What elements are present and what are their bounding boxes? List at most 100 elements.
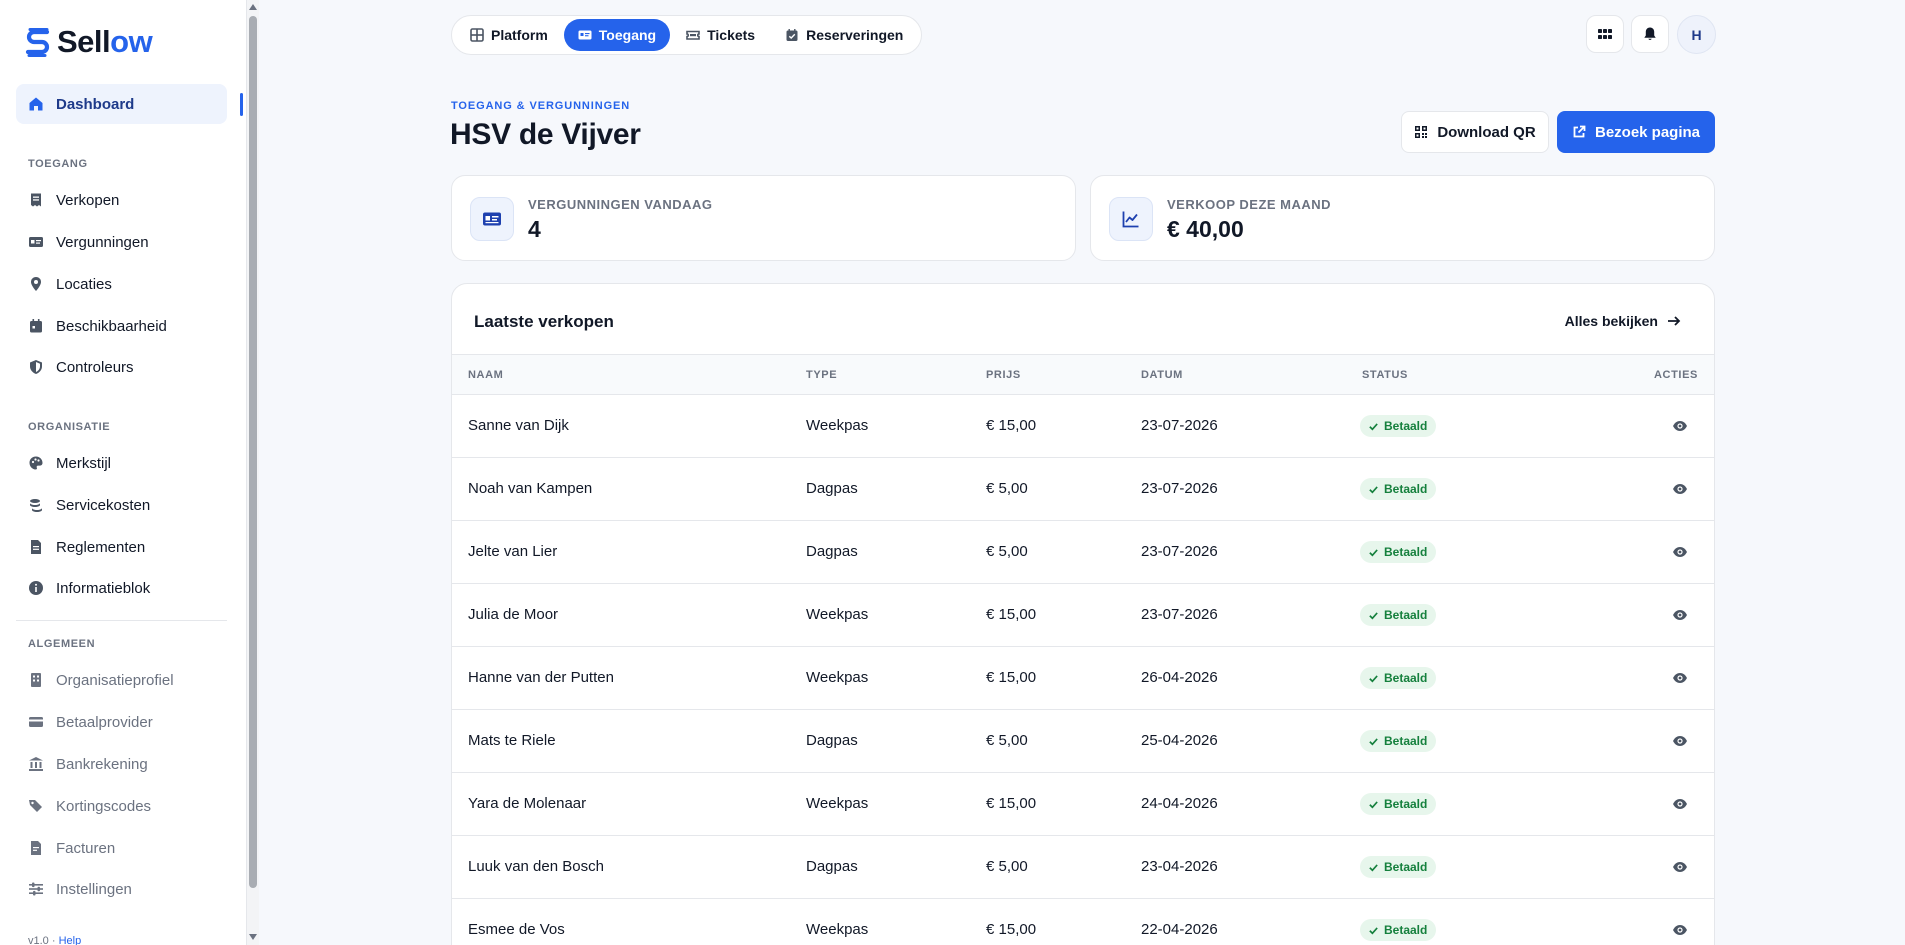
cell-type: Weekpas [806, 417, 869, 434]
sidebar-item-servicekosten[interactable]: Servicekosten [16, 485, 227, 525]
status-label: Betaald [1384, 671, 1428, 685]
apps-button[interactable] [1586, 15, 1624, 53]
sidebar-item-beschikbaarheid[interactable]: Beschikbaarheid [16, 306, 227, 346]
tab-tickets[interactable]: Tickets [672, 19, 769, 51]
stat-card-permits-today: VERGUNNINGEN VANDAAG 4 [451, 175, 1076, 261]
status-badge: Betaald [1360, 856, 1437, 878]
table-row[interactable]: Jelte van Lier Dagpas € 5,00 23-07-2026 Beta… [452, 521, 1714, 584]
sellow-logo-icon [25, 27, 50, 57]
building-icon [31, 673, 41, 687]
view-button[interactable] [1671, 669, 1689, 687]
palette-icon [29, 456, 43, 470]
sidebar-item-label: Organisatieprofiel [56, 671, 174, 689]
sidebar-item-label: Dashboard [56, 95, 135, 113]
sidebar-item-facturen[interactable]: Facturen [16, 828, 227, 868]
notifications-button[interactable] [1631, 15, 1669, 53]
view-button[interactable] [1671, 921, 1689, 939]
visit-page-button[interactable]: Bezoek pagina [1557, 111, 1715, 153]
button-label: Download QR [1437, 123, 1536, 141]
table-row[interactable]: Julia de Moor Weekpas € 15,00 23-07-2026 Bet… [452, 584, 1714, 647]
cell-price: € 5,00 [986, 543, 1028, 560]
sidebar-item-kortingscodes[interactable]: Kortingscodes [16, 786, 227, 826]
table-row[interactable]: Hanne van der Putten Weekpas € 15,00 26-04-… [452, 647, 1714, 710]
status-badge: Betaald [1360, 478, 1437, 500]
view-button[interactable] [1671, 606, 1689, 624]
cell-price: € 15,00 [986, 921, 1037, 938]
table-row[interactable]: Luuk van den Bosch Dagpas € 5,00 23-04-2026… [452, 836, 1714, 899]
scroll-up-arrow-icon[interactable] [249, 4, 257, 10]
logo-text: Sellow [57, 24, 153, 59]
sidebar-item-organisatieprofiel[interactable]: Organisatieprofiel [16, 660, 227, 700]
sidebar-divider [16, 620, 227, 621]
logo[interactable]: Sellow [23, 24, 153, 60]
status-label: Betaald [1384, 797, 1428, 811]
tab-reserveringen[interactable]: Reserveringen [771, 19, 917, 51]
sidebar-item-controleurs[interactable]: Controleurs [16, 347, 227, 387]
scroll-down-arrow-icon[interactable] [249, 934, 257, 940]
sidebar-item-bankrekening[interactable]: Bankrekening [16, 744, 227, 784]
credit-card-icon [29, 717, 43, 727]
cell-type: Dagpas [806, 543, 858, 560]
check-icon [1369, 674, 1378, 682]
sidebar-scrollbar[interactable] [247, 0, 259, 945]
table-row[interactable]: Noah van Kampen Dagpas € 5,00 23-07-2026 Bet… [452, 458, 1714, 521]
table-row[interactable]: Sanne van Dijk Weekpas € 15,00 23-07-2026 Be… [452, 395, 1714, 458]
download-qr-button[interactable]: Download QR [1401, 111, 1549, 153]
ticket-card-icon [578, 30, 592, 40]
view-button[interactable] [1671, 543, 1689, 561]
sidebar-item-informatieblok[interactable]: Informatieblok [16, 568, 227, 608]
eye-icon [1673, 736, 1687, 746]
table-row[interactable]: Esmee de Vos Weekpas € 15,00 22-04-2026 Beta… [452, 899, 1714, 945]
external-link-icon [1573, 125, 1586, 138]
tags-icon [29, 800, 42, 812]
sidebar-item-verkopen[interactable]: Verkopen [16, 180, 227, 220]
qr-code-icon [1415, 126, 1428, 138]
view-button[interactable] [1671, 480, 1689, 498]
view-button[interactable] [1671, 795, 1689, 813]
table-row[interactable]: Mats te Riele Dagpas € 5,00 25-04-2026 Betaa… [452, 710, 1714, 773]
status-badge: Betaald [1360, 541, 1437, 563]
sidebar-item-label: Verkopen [56, 191, 120, 209]
help-link[interactable]: Help [59, 935, 82, 945]
tab-platform[interactable]: Platform [456, 19, 562, 51]
tab-toegang[interactable]: Toegang [563, 19, 671, 51]
status-label: Betaald [1384, 545, 1428, 559]
status-label: Betaald [1384, 923, 1428, 937]
scroll-thumb[interactable] [249, 16, 257, 888]
sidebar-item-locaties[interactable]: Locaties [16, 264, 227, 304]
eye-icon [1673, 673, 1687, 683]
check-icon [1369, 800, 1378, 808]
view-button[interactable] [1671, 732, 1689, 750]
sidebar-item-merkstijl[interactable]: Merkstijl [16, 443, 227, 483]
sidebar-item-vergunningen[interactable]: Vergunningen [16, 222, 227, 262]
apps-grid-icon [1598, 29, 1612, 39]
stat-label: VERGUNNINGEN VANDAAG [528, 197, 713, 212]
cell-date: 23-07-2026 [1141, 606, 1218, 623]
cell-price: € 15,00 [986, 795, 1037, 812]
status-badge: Betaald [1360, 415, 1437, 437]
ticket-icon [686, 30, 700, 40]
status-badge: Betaald [1360, 793, 1437, 815]
section-label-toegang: TOEGANG [28, 158, 88, 170]
cell-date: 23-07-2026 [1141, 417, 1218, 434]
sidebar-item-betaalprovider[interactable]: Betaalprovider [16, 702, 227, 742]
cell-name: Jelte van Lier [468, 543, 558, 560]
cell-date: 23-07-2026 [1141, 543, 1218, 560]
see-all-link[interactable]: Alles bekijken [1565, 313, 1682, 329]
id-card-icon [29, 237, 43, 247]
eye-icon [1673, 547, 1687, 557]
sidebar-item-reglementen[interactable]: Reglementen [16, 527, 227, 567]
home-icon [29, 97, 43, 111]
view-button[interactable] [1671, 417, 1689, 435]
version-info: v1.0 · Help [28, 935, 82, 945]
avatar[interactable]: H [1677, 15, 1716, 54]
recent-sales-card: Laatste verkopen Alles bekijken NAAM TYP… [451, 283, 1715, 945]
sidebar-item-instellingen[interactable]: Instellingen [16, 869, 227, 909]
view-button[interactable] [1671, 858, 1689, 876]
status-badge: Betaald [1360, 919, 1437, 941]
sidebar-item-dashboard[interactable]: Dashboard [16, 84, 227, 124]
table-row[interactable]: Yara de Molenaar Weekpas € 15,00 24-04-2026… [452, 773, 1714, 836]
eye-icon [1673, 862, 1687, 872]
eye-icon [1673, 484, 1687, 494]
bell-icon [1644, 27, 1656, 41]
